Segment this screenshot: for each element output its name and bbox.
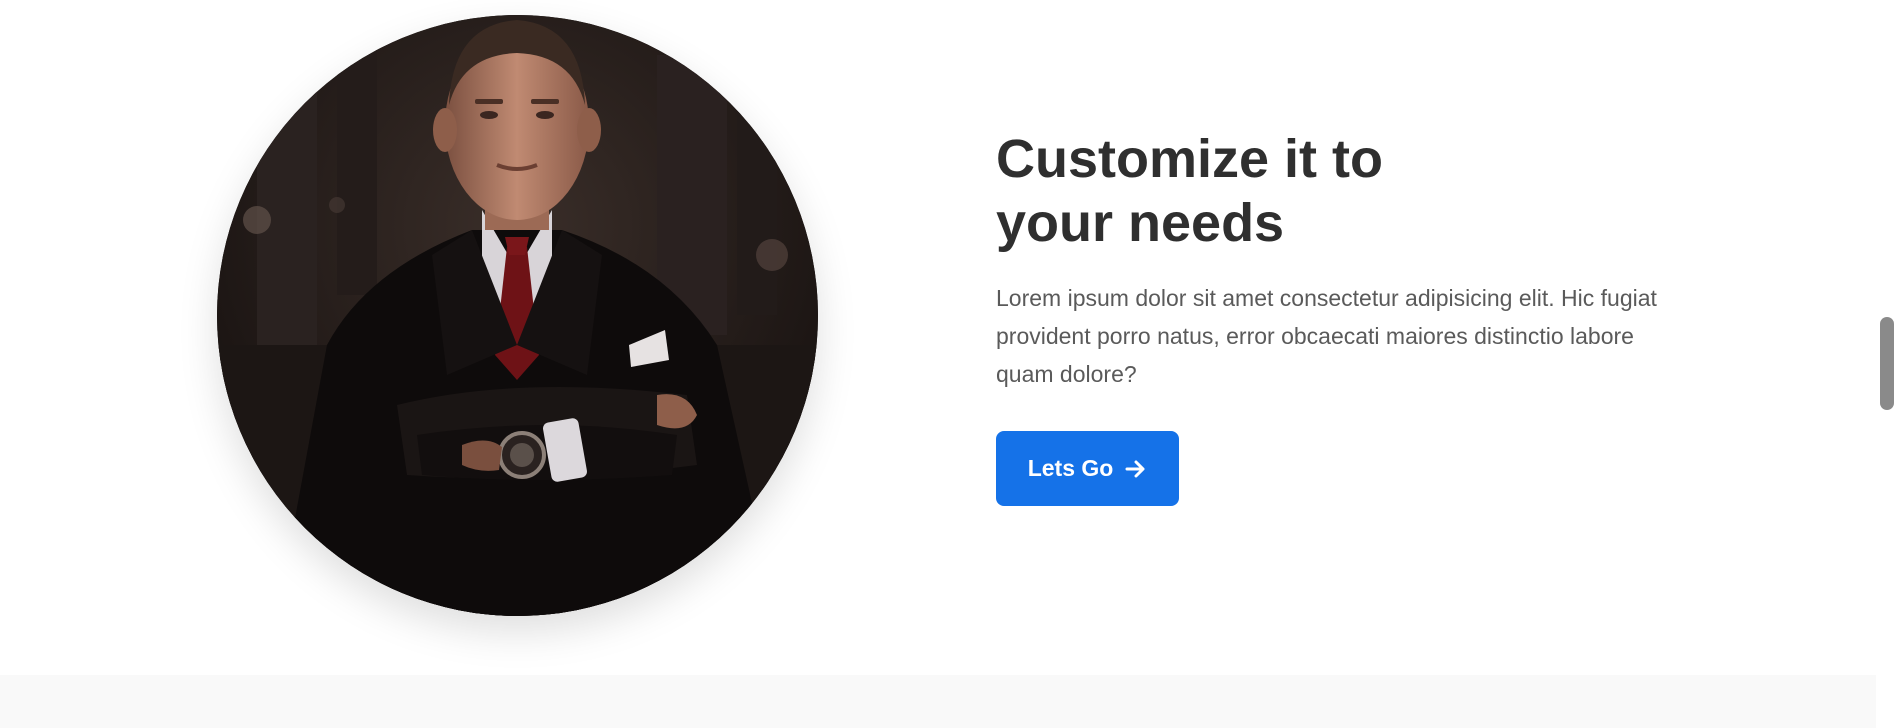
lets-go-button-label: Lets Go	[1027, 455, 1114, 481]
heading-line-2-highlight: your needs	[996, 193, 1285, 253]
scrollbar-thumb[interactable]	[1880, 317, 1894, 410]
feature-section: Customize it to your needs Lorem ipsum d…	[0, 0, 1876, 675]
portrait-image	[217, 15, 818, 616]
heading-line-1: Customize it to	[996, 129, 1383, 189]
next-section	[0, 675, 1876, 728]
section-description: Lorem ipsum dolor sit amet consectetur a…	[996, 285, 1657, 387]
page: Customize it to your needs Lorem ipsum d…	[0, 0, 1898, 728]
arrow-right-icon	[1125, 458, 1147, 480]
lets-go-button[interactable]: Lets Go	[996, 431, 1179, 506]
section-heading: Customize it to your needs	[996, 127, 1383, 255]
portrait-illustration	[217, 15, 818, 616]
